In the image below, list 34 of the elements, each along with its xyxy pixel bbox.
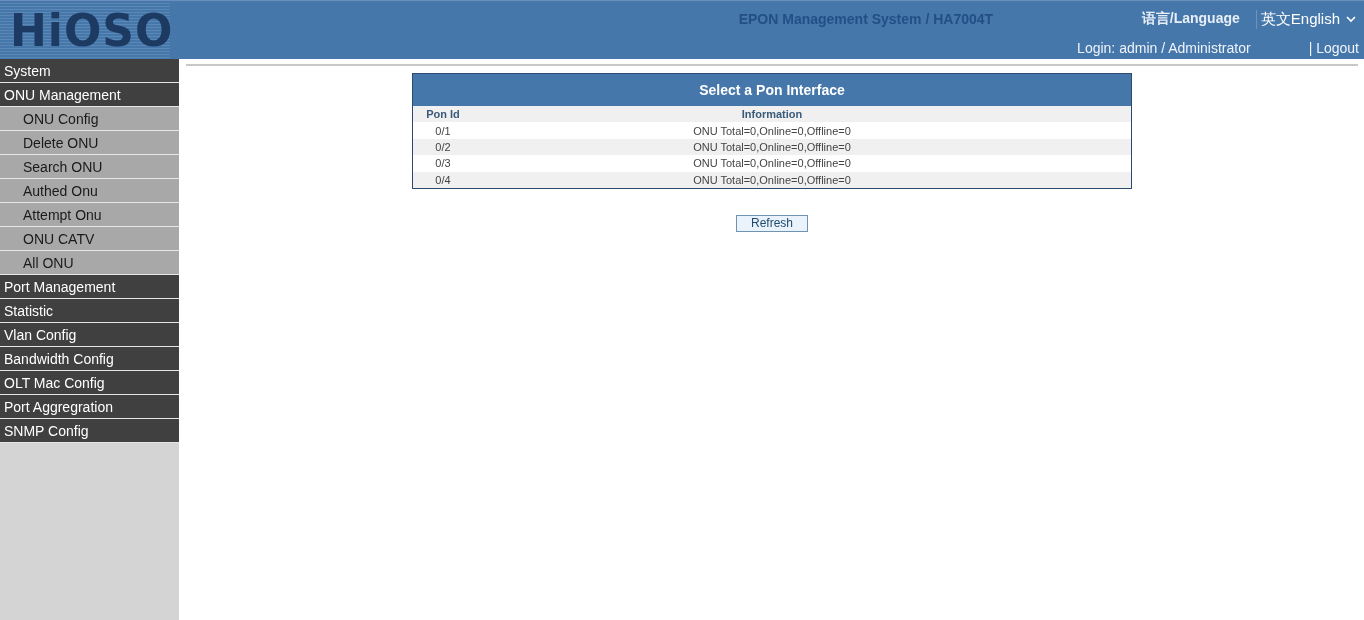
sidebar-subitem[interactable]: All ONU xyxy=(0,251,179,275)
sidebar-subitem[interactable]: Search ONU xyxy=(0,155,179,179)
chevron-down-icon xyxy=(1346,15,1356,23)
sidebar-item[interactable]: Port Aggregration xyxy=(0,395,179,419)
table-cell-text: ONU Total=0,Online=0,Offline=0 xyxy=(692,124,852,137)
login-info: Login: admin / Administrator xyxy=(1077,40,1251,56)
sidebar-item[interactable]: Port Management xyxy=(0,275,179,299)
sidebar-subitem[interactable]: Authed Onu xyxy=(0,179,179,203)
table-cell-text: ONU Total=0,Online=0,Offline=0 xyxy=(692,140,852,153)
sidebar-subitem[interactable]: Attempt Onu xyxy=(0,203,179,227)
sidebar-item[interactable]: SNMP Config xyxy=(0,419,179,443)
sidebar-item[interactable]: Statistic xyxy=(0,299,179,323)
language-select[interactable]: 英文English xyxy=(1255,9,1356,29)
logo: HiOSO xyxy=(0,1,170,59)
column-header: Information xyxy=(740,108,804,121)
sidebar-item[interactable]: OLT Mac Config xyxy=(0,371,179,395)
table-cell-text: ONU Total=0,Online=0,Offline=0 xyxy=(692,157,852,170)
table-title: Select a Pon Interface xyxy=(413,74,1131,106)
table-cell-text: 0/1 xyxy=(434,124,452,137)
sidebar-item[interactable]: ONU Management xyxy=(0,83,179,107)
table-cell-text: 0/3 xyxy=(434,157,452,170)
refresh-button[interactable]: Refresh xyxy=(736,214,808,232)
sidebar-subitem[interactable]: ONU CATV xyxy=(0,227,179,251)
table-cell-text: 0/4 xyxy=(434,173,452,186)
sidebar-item[interactable]: System xyxy=(0,59,179,83)
sidebar-subitem[interactable]: Delete ONU xyxy=(0,131,179,155)
language-label: 语言/Language xyxy=(1141,10,1240,28)
logout-link[interactable]: | Logout xyxy=(1308,40,1359,56)
column-header: Pon Id xyxy=(425,108,461,121)
sidebar-item[interactable]: Vlan Config xyxy=(0,323,179,347)
sidebar-subitem[interactable]: ONU Config xyxy=(0,107,179,131)
table-cell-text: ONU Total=0,Online=0,Offline=0 xyxy=(692,173,852,186)
sidebar-item[interactable]: Bandwidth Config xyxy=(0,347,179,371)
table-cell-text: 0/2 xyxy=(434,140,452,153)
